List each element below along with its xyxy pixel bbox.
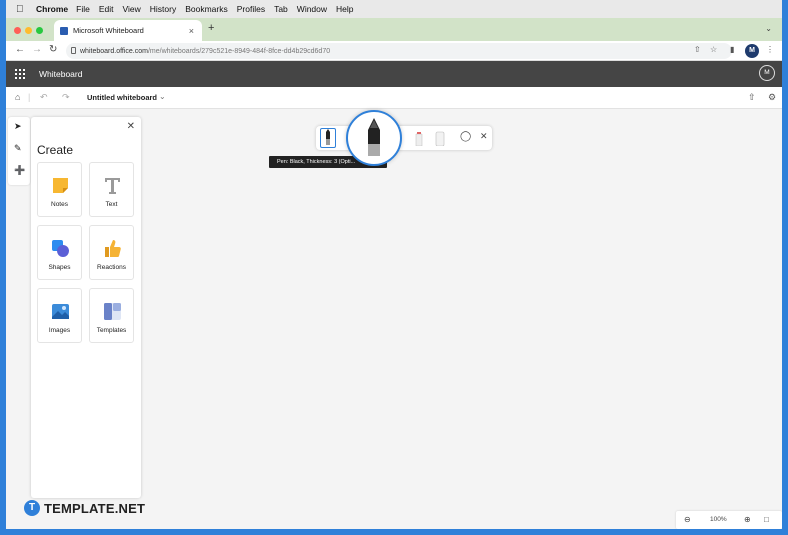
zoom-controls: ⊖ 100% ⊕ □ (676, 511, 782, 529)
share-icon[interactable]: ⇧ (694, 45, 701, 54)
menu-help[interactable]: Help (336, 4, 353, 14)
menu-profiles[interactable]: Profiles (237, 4, 265, 14)
create-plus-icon[interactable]: ➕ (14, 165, 25, 176)
lasso-select-icon[interactable]: ◯ (460, 131, 471, 142)
whiteboard-title[interactable]: Untitled whiteboard (87, 93, 157, 102)
profile-avatar[interactable]: M (745, 44, 759, 58)
divider: | (28, 92, 31, 102)
watermark-text: TEMPLATE.NET (44, 500, 146, 516)
black-pen-button[interactable] (320, 128, 336, 148)
browser-window:  Chrome File Edit View History Bookmark… (6, 0, 782, 529)
address-bar-row: ← → ↻ whiteboard.office.com/me/whiteboar… (6, 41, 782, 61)
tile-notes[interactable]: Notes (37, 162, 82, 217)
tile-label: Images (48, 327, 71, 334)
panel-title: Create (37, 143, 74, 157)
apple-icon[interactable]:  (16, 4, 30, 15)
tile-label: Shapes (48, 264, 71, 271)
create-panel: ✕ Create Notes Text Shapes Reactions Ima… (31, 117, 141, 498)
close-tab-icon[interactable]: × (189, 26, 194, 36)
templates-icon (104, 303, 121, 320)
whiteboard-favicon-icon (60, 26, 68, 35)
tile-label: Notes (51, 201, 68, 208)
close-pen-toolbar-icon[interactable]: ✕ (480, 131, 488, 142)
template-logo-icon: T (24, 500, 40, 516)
maximize-window-icon[interactable] (36, 27, 43, 34)
tile-reactions[interactable]: Reactions (89, 225, 134, 280)
tab-strip: Microsoft Whiteboard × + ⌄ (6, 18, 782, 41)
highlighter-icon[interactable] (413, 130, 425, 146)
url-field[interactable]: whiteboard.office.com/me/whiteboards/279… (66, 43, 732, 59)
share-board-icon[interactable]: ⇧ (748, 92, 756, 103)
url-host: whiteboard.office.com (80, 47, 148, 55)
tile-images[interactable]: Images (37, 288, 82, 343)
user-avatar[interactable]: M (759, 65, 775, 81)
shapes-icon (52, 240, 69, 257)
text-t-icon (105, 178, 120, 194)
new-tab-icon[interactable]: + (208, 22, 214, 34)
reload-icon[interactable]: ↻ (49, 44, 57, 55)
home-icon[interactable]: ⌂ (15, 92, 20, 102)
menu-history[interactable]: History (150, 4, 176, 14)
select-pointer-icon[interactable]: ➤ (14, 121, 22, 132)
menu-app-name[interactable]: Chrome (36, 4, 68, 14)
menu-tab[interactable]: Tab (274, 4, 288, 14)
lock-icon (71, 47, 76, 54)
menu-edit[interactable]: Edit (99, 4, 114, 14)
forward-arrow-icon[interactable]: → (32, 44, 42, 55)
tool-rail: ➤ ✎ ➕ (8, 117, 30, 185)
app-header: Whiteboard M (6, 61, 782, 87)
zoom-level[interactable]: 100% (710, 516, 727, 523)
pen-icon (326, 129, 330, 145)
pen-icon (368, 118, 380, 156)
tab-title: Microsoft Whiteboard (73, 26, 144, 35)
tile-label: Reactions (97, 264, 126, 271)
tab-search-chevron-icon[interactable]: ⌄ (765, 24, 772, 33)
close-icon[interactable]: ✕ (127, 121, 135, 132)
mac-menu-bar:  Chrome File Edit View History Bookmark… (6, 0, 782, 18)
side-panel-icon[interactable]: ▮ (730, 45, 734, 54)
menu-bookmarks[interactable]: Bookmarks (185, 4, 228, 14)
pen-toolbar: ◯ ✕ (316, 126, 492, 150)
menu-file[interactable]: File (76, 4, 90, 14)
sticky-note-icon (53, 178, 68, 193)
more-menu-icon[interactable]: ⋮ (766, 45, 774, 54)
inking-pen-icon[interactable]: ✎ (14, 143, 22, 154)
minimize-window-icon[interactable] (25, 27, 32, 34)
close-window-icon[interactable] (14, 27, 21, 34)
tile-shapes[interactable]: Shapes (37, 225, 82, 280)
undo-icon[interactable]: ↶ (40, 92, 48, 103)
redo-icon[interactable]: ↷ (62, 92, 70, 103)
title-chevron-down-icon[interactable]: ⌄ (159, 92, 166, 101)
eraser-icon[interactable] (434, 130, 446, 146)
magnified-pen-callout (346, 110, 402, 166)
back-arrow-icon[interactable]: ← (15, 44, 25, 55)
whiteboard-toolbar: ⌂ | ↶ ↷ Untitled whiteboard ⌄ ⇧ ⚙ (6, 87, 782, 109)
thumbs-up-icon (105, 240, 121, 257)
bookmark-star-icon[interactable]: ☆ (710, 45, 717, 54)
image-icon (52, 304, 69, 319)
zoom-out-icon[interactable]: ⊖ (684, 515, 691, 524)
tile-label: Templates (96, 327, 127, 334)
app-name: Whiteboard (39, 69, 83, 79)
app-launcher-icon[interactable] (15, 69, 25, 79)
settings-gear-icon[interactable]: ⚙ (768, 92, 776, 103)
tile-text[interactable]: Text (89, 162, 134, 217)
menu-window[interactable]: Window (297, 4, 327, 14)
fit-to-screen-icon[interactable]: □ (764, 515, 769, 524)
tile-label: Text (105, 201, 118, 208)
url-path: /me/whiteboards/279c521e-8949-484f-8fce-… (147, 47, 331, 55)
zoom-in-icon[interactable]: ⊕ (744, 515, 751, 524)
template-watermark: T TEMPLATE.NET (24, 499, 145, 517)
browser-tab[interactable]: Microsoft Whiteboard × (54, 20, 202, 41)
menu-view[interactable]: View (122, 4, 140, 14)
tile-templates[interactable]: Templates (89, 288, 134, 343)
